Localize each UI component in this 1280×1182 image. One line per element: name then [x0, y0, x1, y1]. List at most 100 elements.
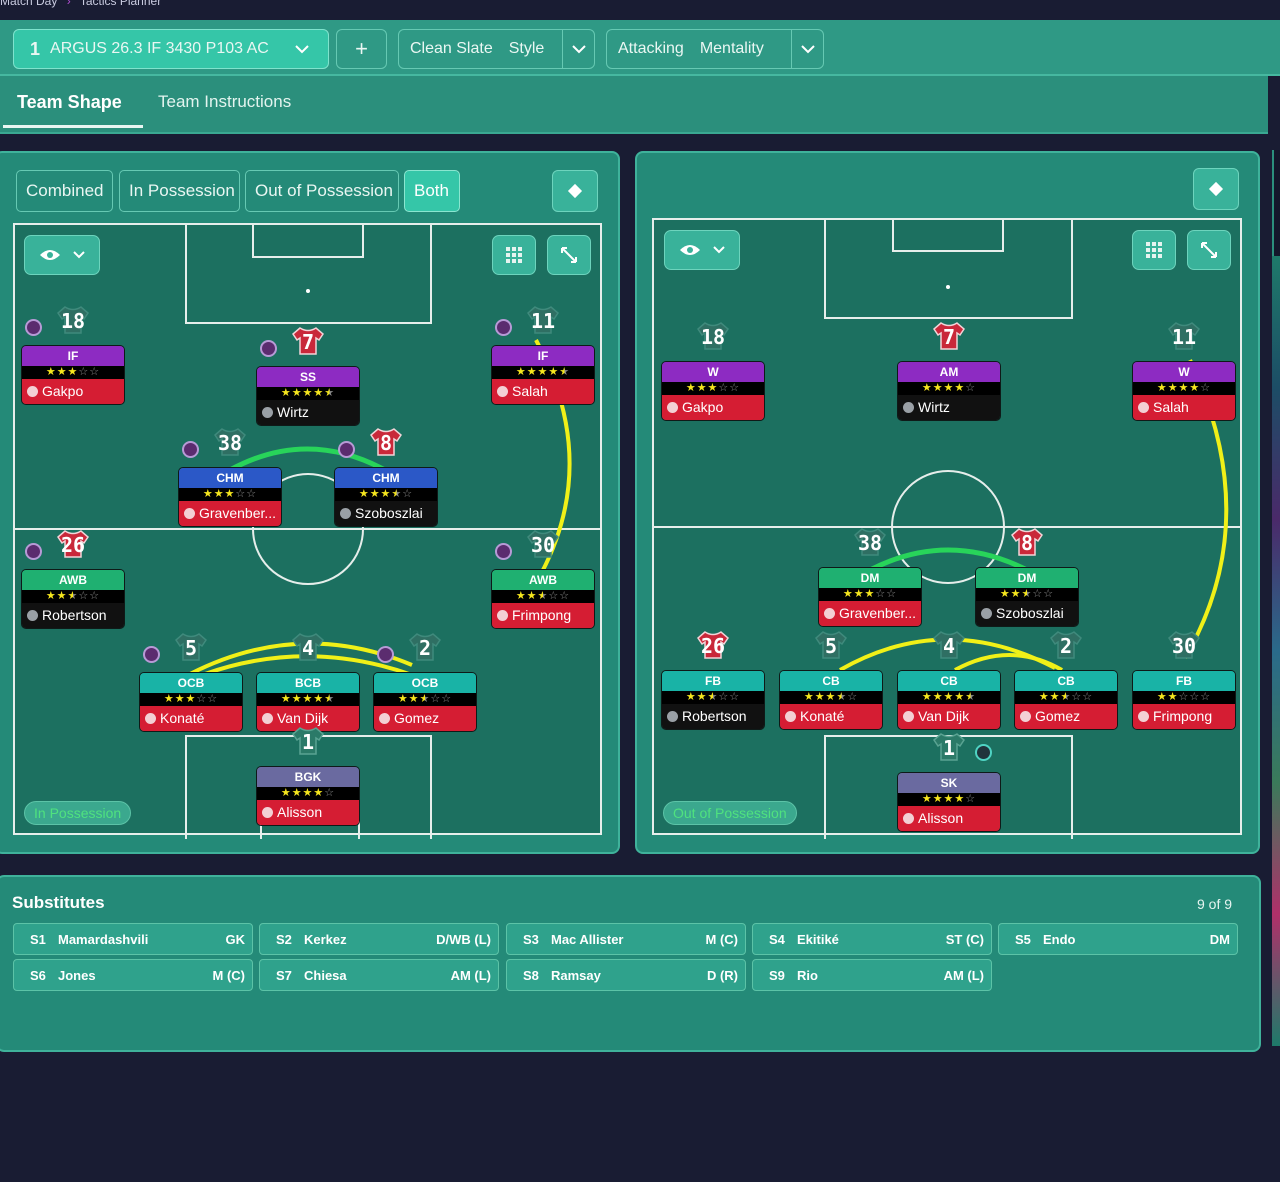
shirt-number: 4	[301, 636, 315, 660]
player-role: BGK	[257, 767, 359, 787]
person-icon	[379, 713, 390, 724]
player-card[interactable]: CHM ★★★☆☆ Gravenber...	[178, 467, 282, 527]
player-card[interactable]: FB ★★☆☆☆ Frimpong	[1132, 670, 1236, 730]
star-rating: ★★★★★	[898, 691, 1000, 704]
player-card[interactable]: IF ★★★☆☆ Gakpo	[21, 345, 125, 405]
expand-icon[interactable]	[1187, 230, 1231, 270]
tab-team-instructions[interactable]: Team Instructions	[158, 76, 291, 128]
player-card[interactable]: AWB ★★★☆☆ Frimpong	[491, 569, 595, 629]
substitute-item[interactable]: S6 Jones M (C)	[13, 959, 253, 991]
segment-in-possession[interactable]: In Possession	[119, 170, 240, 212]
substitute-id: S7	[276, 968, 292, 983]
player-role: DM	[976, 568, 1078, 588]
person-icon	[981, 608, 992, 619]
segment-combined[interactable]: Combined	[16, 170, 113, 212]
player-card[interactable]: BGK ★★★★☆ Alisson	[256, 766, 360, 826]
ball-icon	[975, 744, 992, 761]
substitute-item[interactable]: S4 Ekitiké ST (C)	[752, 923, 992, 955]
substitute-position: ST (C)	[945, 932, 984, 947]
chevron-down-icon[interactable]	[791, 30, 823, 68]
shirt-number: 26	[700, 634, 726, 658]
chevron-down-icon[interactable]	[286, 30, 318, 68]
person-icon	[27, 610, 38, 621]
substitute-item[interactable]: S7 Chiesa AM (L)	[259, 959, 499, 991]
player-card[interactable]: OCB ★★★☆☆ Konaté	[139, 672, 243, 732]
player-role: W	[1133, 362, 1235, 382]
tactic-selector[interactable]: 1 ARGUS 26.3 IF 3430 P103 AC	[13, 29, 329, 69]
tactic-number: 1	[30, 38, 41, 59]
player-role: BCB	[257, 673, 359, 693]
player-card[interactable]: FB ★★★☆☆ Robertson	[661, 670, 765, 730]
player-card[interactable]: AM ★★★★☆ Wirtz	[897, 361, 1001, 421]
player-name: Gravenber...	[839, 605, 917, 621]
mentality-selector[interactable]: Attacking Mentality	[606, 29, 824, 69]
player-card[interactable]: OCB ★★★☆☆ Gomez	[373, 672, 477, 732]
player-name: Gravenber...	[199, 505, 277, 521]
player-name-row: Frimpong	[492, 603, 594, 628]
substitute-item[interactable]: S2 Kerkez D/WB (L)	[259, 923, 499, 955]
substitute-position: M (C)	[705, 932, 739, 947]
player-card[interactable]: CB ★★★★★ Van Dijk	[897, 670, 1001, 730]
ball-icon	[377, 646, 394, 663]
substitute-item[interactable]: S3 Mac Allister M (C)	[506, 923, 746, 955]
chevron-down-icon[interactable]	[562, 30, 594, 68]
player-card[interactable]: SK ★★★★☆ Alisson	[897, 772, 1001, 832]
player-card[interactable]: DM ★★★☆☆ Gravenber...	[818, 567, 922, 627]
breadcrumb[interactable]: Match Day › Tactics Planner	[0, 0, 161, 8]
player-card[interactable]: DM ★★★☆☆ Szoboszlai	[975, 567, 1079, 627]
shirt-number: 2	[418, 636, 432, 660]
substitute-item[interactable]: S5 Endo DM	[998, 923, 1238, 955]
player-card[interactable]: W ★★★☆☆ Gakpo	[661, 361, 765, 421]
add-tactic-button[interactable]: +	[336, 29, 387, 69]
diamond-icon[interactable]	[552, 170, 598, 212]
star-rating: ★★☆☆☆	[1133, 691, 1235, 704]
breadcrumb-item[interactable]: Match Day	[0, 0, 57, 8]
player-card[interactable]: CHM ★★★★☆ Szoboszlai	[334, 467, 438, 527]
person-icon	[667, 711, 678, 722]
player-role: CHM	[335, 468, 437, 488]
star-rating: ★★★☆☆	[1015, 691, 1117, 704]
grid-icon[interactable]	[492, 235, 536, 275]
player-name-row: Gravenber...	[819, 601, 921, 626]
substitute-item[interactable]: S8 Ramsay D (R)	[506, 959, 746, 991]
person-icon	[667, 402, 678, 413]
substitute-name: Kerkez	[304, 932, 347, 947]
player-name: Frimpong	[512, 607, 572, 623]
shirt-number: 30	[530, 533, 556, 557]
player-role: CHM	[179, 468, 281, 488]
substitute-item[interactable]: S1 Mamardashvili GK	[13, 923, 253, 955]
player-card[interactable]: CB ★★★☆☆ Gomez	[1014, 670, 1118, 730]
segment-out-of-possession[interactable]: Out of Possession	[245, 170, 399, 212]
shirt-number: 1	[301, 730, 315, 754]
diamond-icon[interactable]	[1193, 168, 1239, 210]
player-role: AWB	[492, 570, 594, 590]
player-name-row: Frimpong	[1133, 704, 1235, 729]
substitute-name: Ramsay	[551, 968, 601, 983]
player-name-row: Szoboszlai	[976, 601, 1078, 626]
substitute-name: Endo	[1043, 932, 1076, 947]
segment-both[interactable]: Both	[404, 170, 460, 212]
visibility-toggle[interactable]	[24, 235, 100, 275]
grid-icon[interactable]	[1132, 230, 1176, 270]
player-card[interactable]: W ★★★★☆ Salah	[1132, 361, 1236, 421]
player-name-row: Robertson	[662, 704, 764, 729]
player-card[interactable]: IF ★★★★★ Salah	[491, 345, 595, 405]
star-rating: ★★★★☆	[898, 382, 1000, 395]
expand-icon[interactable]	[547, 235, 591, 275]
visibility-toggle[interactable]	[664, 230, 740, 270]
player-name-row: Gakpo	[662, 395, 764, 420]
ball-icon	[25, 319, 42, 336]
person-icon	[903, 402, 914, 413]
style-selector[interactable]: Clean Slate Style	[398, 29, 595, 69]
player-card[interactable]: SS ★★★★★ Wirtz	[256, 366, 360, 426]
player-card[interactable]: BCB ★★★★★ Van Dijk	[256, 672, 360, 732]
player-card[interactable]: CB ★★★★☆ Konaté	[779, 670, 883, 730]
tactic-name: ARGUS 26.3 IF 3430 P103 AC	[50, 40, 269, 57]
person-icon	[1138, 711, 1149, 722]
player-role: AM	[898, 362, 1000, 382]
style-label: Style	[508, 40, 545, 57]
player-card[interactable]: AWB ★★★☆☆ Robertson	[21, 569, 125, 629]
breadcrumb-item[interactable]: Tactics Planner	[80, 0, 161, 8]
substitute-item[interactable]: S9 Rio AM (L)	[752, 959, 992, 991]
tab-team-shape[interactable]: Team Shape	[3, 76, 143, 128]
